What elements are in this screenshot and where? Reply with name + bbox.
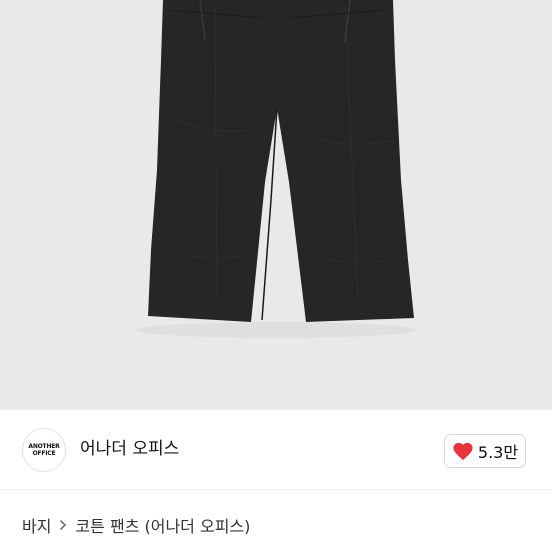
brand-name[interactable]: 어나더 오피스 (80, 438, 179, 460)
heart-icon (453, 442, 473, 461)
chevron-right-icon (59, 519, 67, 531)
product-image[interactable] (0, 0, 552, 410)
brand-logo-text-2: OFFICE (32, 450, 56, 457)
brand-logo[interactable]: ANOTHER OFFICE (22, 428, 66, 472)
like-button[interactable]: 5.3만 (444, 434, 526, 468)
like-count: 5.3만 (477, 443, 519, 462)
brand-row[interactable]: ANOTHER OFFICE 어나더 오피스 5.3만 (0, 410, 552, 490)
breadcrumb-product: 코튼 팬츠 (어나더 오피스) (75, 517, 251, 536)
breadcrumb-category[interactable]: 바지 (22, 513, 51, 537)
brand-logo-text-1: ANOTHER (28, 443, 60, 450)
pants-photo (0, 0, 552, 410)
breadcrumb: 바지 코튼 팬츠 (어나더 오피스) (22, 513, 250, 537)
